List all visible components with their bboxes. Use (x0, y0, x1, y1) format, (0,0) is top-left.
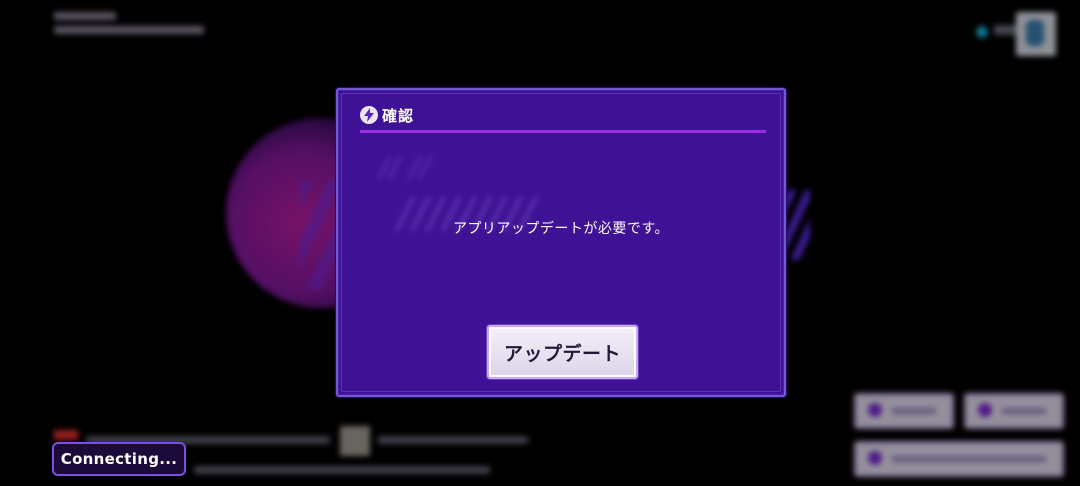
update-button[interactable]: アップデート (487, 325, 638, 379)
game-screen: 確認 // // ///////// アプリアップデートが必要です。 アップデー… (0, 0, 1080, 486)
dialog-title-divider (360, 130, 766, 133)
lightning-bolt-icon (360, 106, 378, 124)
connecting-status-badge: Connecting... (52, 442, 186, 476)
dialog-title: 確認 (382, 106, 415, 125)
dialog-header: 確認 (360, 104, 414, 126)
confirm-dialog: 確認 // // ///////// アプリアップデートが必要です。 アップデー… (336, 88, 786, 397)
dialog-message: アプリアップデートが必要です。 (452, 221, 670, 237)
